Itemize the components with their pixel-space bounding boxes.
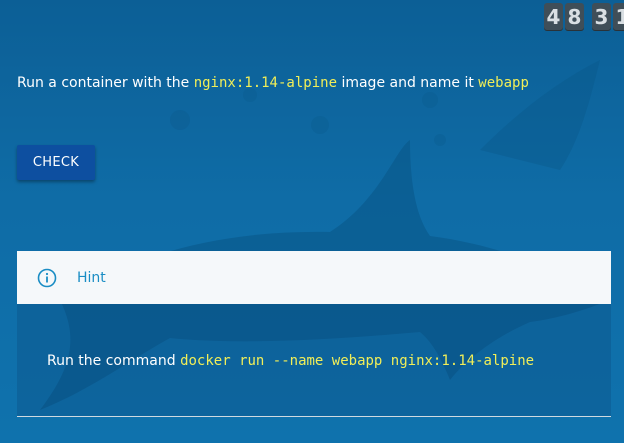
timer-digit: 4: [544, 3, 563, 31]
hint-content: Run the command docker run --name webapp…: [17, 304, 611, 417]
hint-label: Hint: [77, 269, 106, 286]
hint-toggle[interactable]: Hint: [17, 251, 611, 304]
hint-text-prefix: Run the command: [47, 353, 176, 369]
countdown-timer: 4 8 3 1: [544, 3, 624, 31]
hint-text: Run the command docker run --name webapp…: [47, 351, 534, 371]
question-prefix: Run a container with the: [17, 75, 190, 91]
question-text: Run a container with the nginx:1.14-alpi…: [17, 73, 529, 93]
question-middle: image and name it: [341, 75, 474, 91]
check-button[interactable]: CHECK: [17, 145, 95, 180]
timer-digit: 1: [613, 3, 624, 31]
hint-command-code: docker run --name webapp nginx:1.14-alpi…: [180, 353, 535, 369]
image-name-code: nginx:1.14-alpine: [193, 75, 337, 91]
container-name-code: webapp: [478, 75, 529, 91]
info-icon: [37, 268, 57, 288]
timer-digit: 3: [592, 3, 611, 31]
timer-digit: 8: [565, 3, 584, 31]
